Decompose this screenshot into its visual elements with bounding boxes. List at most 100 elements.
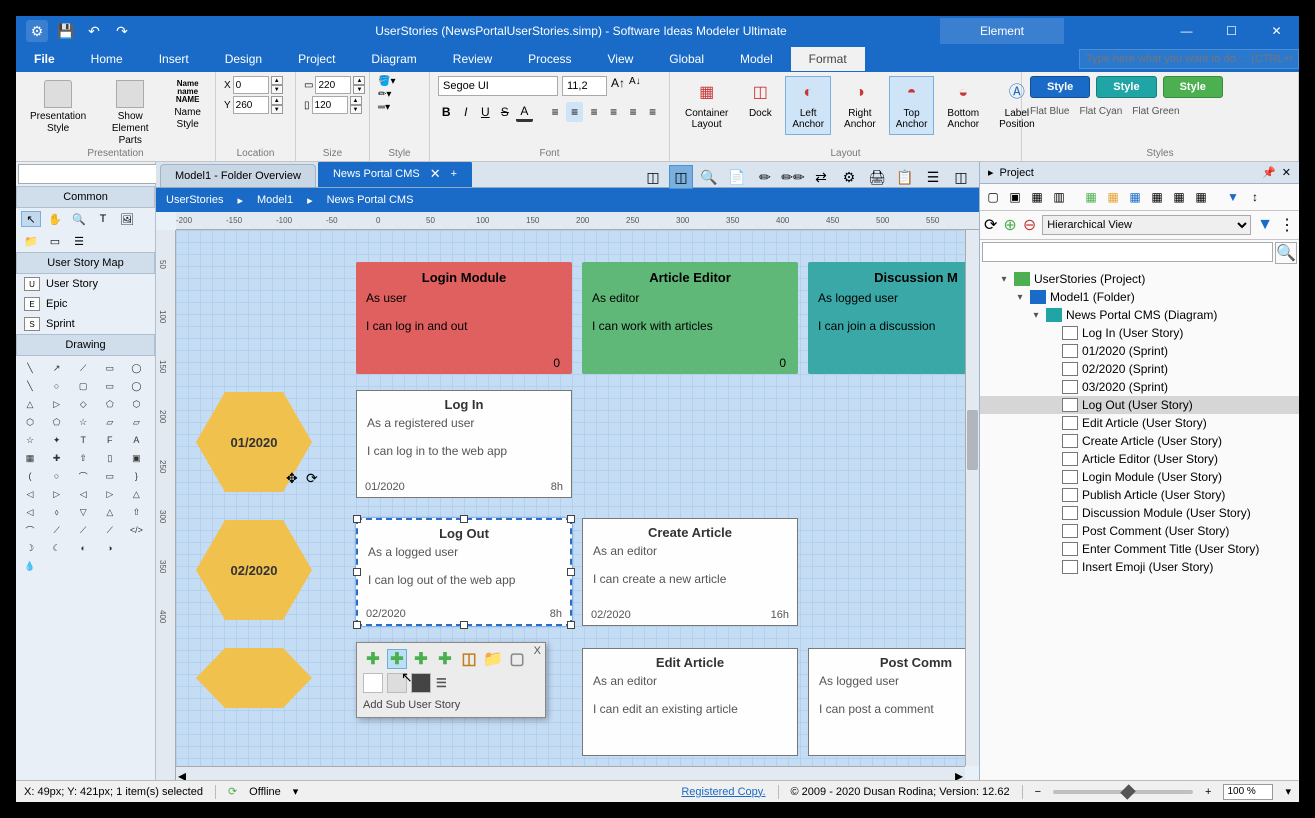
menu-process[interactable]: Process (510, 47, 589, 71)
font-size-select[interactable] (562, 76, 607, 96)
proj-icon6[interactable]: ▦ (1104, 188, 1122, 206)
strikethrough-icon[interactable]: S (497, 102, 514, 122)
sync-icon[interactable]: ⟳ (228, 785, 237, 798)
tool-8-icon[interactable]: ⚙ (837, 165, 861, 189)
menu-file[interactable]: File (16, 47, 73, 71)
tool-12-icon[interactable]: ◫ (949, 165, 973, 189)
epic-login[interactable]: Login Module As user I can log in and ou… (356, 262, 572, 374)
zoom-slider[interactable] (1053, 790, 1193, 794)
toolbox-search[interactable] (18, 164, 168, 184)
menu-review[interactable]: Review (435, 47, 510, 71)
add-folder-icon[interactable]: 📁 (483, 649, 503, 669)
tool-3-icon[interactable]: 🔍 (697, 165, 721, 189)
tree-item[interactable]: Article Editor (User Story) (980, 450, 1299, 468)
undo-icon[interactable]: ↶ (84, 21, 104, 41)
tree-folder[interactable]: ▾Model1 (Folder) (980, 288, 1299, 306)
italic-icon[interactable]: I (458, 102, 475, 122)
add-link-icon[interactable]: ◫ (459, 649, 479, 669)
tool-5-icon[interactable]: ✏ (753, 165, 777, 189)
canvas[interactable]: Login Module As user I can log in and ou… (176, 230, 965, 766)
menu-model[interactable]: Model (722, 47, 791, 71)
height-input[interactable] (312, 96, 348, 114)
zoom-in-icon[interactable]: + (1205, 786, 1211, 798)
right-anchor-button[interactable]: ◑Right Anchor (837, 76, 883, 135)
tree-item-selected[interactable]: Log Out (User Story) (980, 396, 1299, 414)
menu-diagram[interactable]: Diagram (353, 47, 434, 71)
proj-filter2-icon[interactable]: ▼ (1257, 216, 1273, 234)
bottom-anchor-button[interactable]: ◒Bottom Anchor (940, 76, 986, 135)
story-edit-article[interactable]: Edit Article As an editor I can edit an … (582, 648, 798, 756)
tree-item[interactable]: Insert Emoji (User Story) (980, 558, 1299, 576)
dock-button[interactable]: ◫Dock (741, 76, 779, 124)
maximize-icon[interactable]: ☐ (1209, 16, 1254, 46)
proj-icon8[interactable]: ▦ (1148, 188, 1166, 206)
story-login[interactable]: Log In As a registered user I can log in… (356, 390, 572, 498)
menu-home[interactable]: Home (73, 47, 141, 71)
sprint-03[interactable] (196, 648, 312, 708)
user-story-map-header[interactable]: User Story Map (16, 252, 155, 274)
scrollbar-horizontal[interactable]: ◂▸ (176, 766, 965, 780)
proj-icon5[interactable]: ▦ (1082, 188, 1100, 206)
tool-6-icon[interactable]: ✏✏ (781, 165, 805, 189)
y-input[interactable] (233, 96, 269, 114)
tree-item[interactable]: Log In (User Story) (980, 324, 1299, 342)
align-right-icon[interactable]: ≡ (586, 102, 603, 122)
width-input[interactable] (315, 76, 351, 94)
left-anchor-button[interactable]: ◐Left Anchor (785, 76, 831, 135)
style-cyan[interactable]: Style (1096, 76, 1156, 98)
search-input[interactable] (1079, 49, 1299, 69)
list-icon[interactable]: ☰ (69, 233, 89, 249)
tool-7-icon[interactable]: ⇄ (809, 165, 833, 189)
increase-font-icon[interactable]: A↑ (611, 76, 625, 96)
add-note-icon[interactable]: ▢ (507, 649, 527, 669)
pin-icon[interactable]: 📌 (1262, 166, 1276, 179)
fill-icon[interactable]: 🪣▾ (378, 76, 395, 87)
proj-add-icon[interactable]: ⊕ (1003, 215, 1016, 235)
shape-palette[interactable]: ╲↗⟋▭◯ ╲○▢▭◯ △▷◇⬠⬡ ⬡⬠☆▱▱ ☆✦TFA ▦✚⇧▯▣ (○⌒▭… (16, 356, 155, 578)
proj-filter-icon[interactable]: ▼ (1224, 188, 1242, 206)
tool-1-icon[interactable]: ◫ (641, 165, 665, 189)
project-search[interactable] (982, 242, 1273, 262)
line-style-icon[interactable]: ═▾ (378, 102, 390, 113)
tool-11-icon[interactable]: ☰ (921, 165, 945, 189)
popup-close-icon[interactable]: X (534, 645, 541, 657)
zoom-out-icon[interactable]: − (1035, 786, 1041, 798)
epic-article[interactable]: Article Editor As editor I can work with… (582, 262, 798, 374)
align-left-icon[interactable]: ≡ (547, 102, 564, 122)
proj-new-icon[interactable]: ▢ (984, 188, 1002, 206)
bold-icon[interactable]: B (438, 102, 455, 122)
drawing-header[interactable]: Drawing (16, 334, 155, 356)
context-popup[interactable]: X ✚ ✚ ✚ ✚ ◫ 📁 ▢ ☰ (356, 642, 546, 718)
add-sibling-icon[interactable]: ✚ (363, 649, 383, 669)
font-family-select[interactable] (438, 76, 558, 96)
proj-settings-icon[interactable]: ⋮ (1279, 215, 1295, 235)
menu-insert[interactable]: Insert (141, 47, 207, 71)
epic-item[interactable]: EEpic (16, 294, 155, 314)
more-icon[interactable]: ☰ (435, 673, 448, 693)
decrease-font-icon[interactable]: A↓ (629, 76, 641, 96)
container-layout-button[interactable]: ▦Container Layout (678, 76, 735, 135)
redo-icon[interactable]: ↷ (112, 21, 132, 41)
rect-icon[interactable]: ▭ (45, 233, 65, 249)
minimize-icon[interactable]: — (1164, 16, 1209, 46)
menu-format[interactable]: Format (791, 47, 865, 71)
epic-discussion[interactable]: Discussion M As logged user I can join a… (808, 262, 965, 374)
menu-design[interactable]: Design (207, 47, 280, 71)
tree-item[interactable]: 03/2020 (Sprint) (980, 378, 1299, 396)
common-header[interactable]: Common (16, 186, 155, 208)
image-icon[interactable]: 🖼 (117, 211, 137, 227)
valign-top-icon[interactable]: ≡ (605, 102, 622, 122)
project-view-select[interactable]: Hierarchical View (1042, 215, 1251, 235)
proj-icon7[interactable]: ▦ (1126, 188, 1144, 206)
panel-close-icon[interactable]: ✕ (1282, 166, 1291, 179)
sprint-item[interactable]: SSprint (16, 314, 155, 334)
proj-sort-icon[interactable]: ↕ (1246, 188, 1264, 206)
canvas-container[interactable]: -200 -150 -100 -50 0 50 100 150 200 250 … (156, 212, 979, 780)
zoom-input[interactable] (1223, 784, 1273, 800)
color-3-icon[interactable] (411, 673, 431, 693)
name-style-button[interactable]: Name name NAMEName Style (168, 76, 207, 135)
tree-item[interactable]: Edit Article (User Story) (980, 414, 1299, 432)
close-icon[interactable]: ✕ (1254, 16, 1299, 46)
proj-icon2[interactable]: ▣ (1006, 188, 1024, 206)
proj-icon9[interactable]: ▦ (1170, 188, 1188, 206)
